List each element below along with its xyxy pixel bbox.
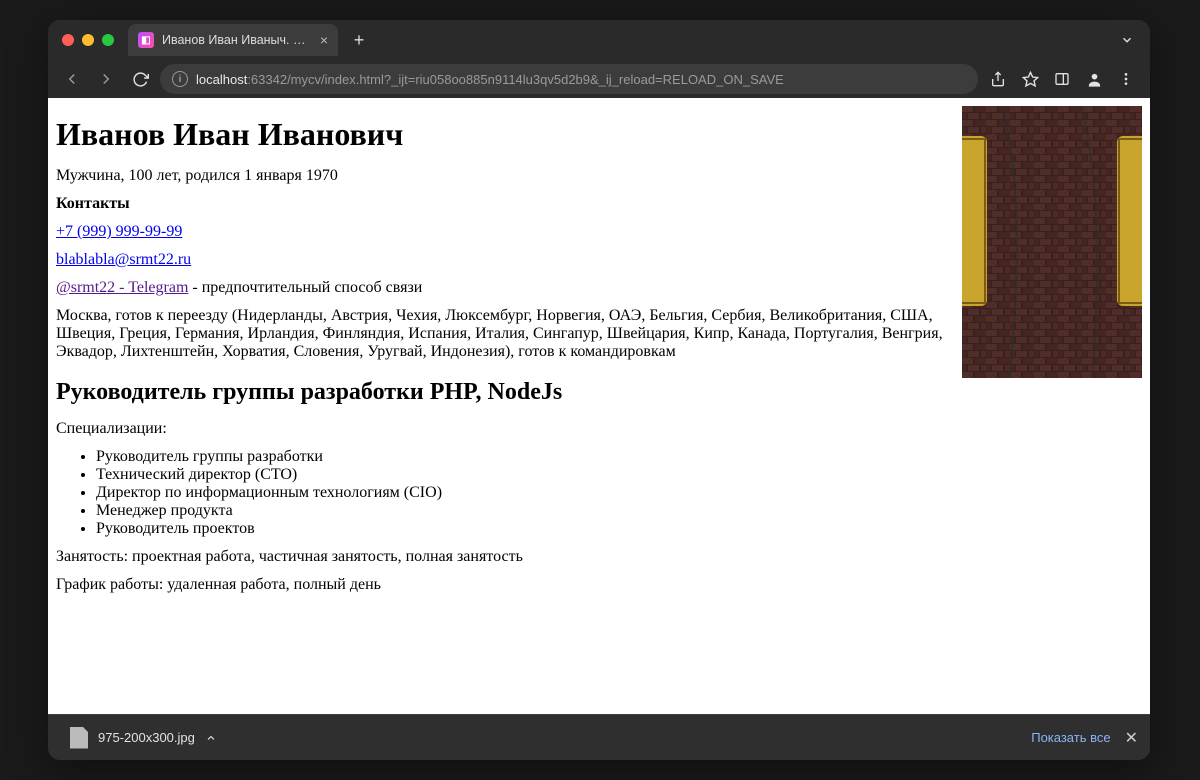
minimize-window-button[interactable] — [82, 34, 94, 46]
list-item: Менеджер продукта — [96, 502, 1142, 520]
list-item: Директор по информационным технологиям (… — [96, 484, 1142, 502]
contacts-heading: Контакты — [56, 195, 130, 212]
specializations-label: Специализации: — [56, 420, 1142, 438]
share-button[interactable] — [984, 65, 1012, 93]
favicon-icon: ◧ — [138, 32, 154, 48]
schedule-text: График работы: удаленная работа, полный … — [56, 576, 1142, 594]
profile-photo — [962, 106, 1142, 378]
specializations-list: Руководитель группы разработки Техническ… — [56, 448, 1142, 538]
profile-button[interactable] — [1080, 65, 1108, 93]
toolbar: i localhost:63342/mycv/index.html?_ijt=r… — [48, 60, 1150, 98]
list-item: Технический директор (CTO) — [96, 466, 1142, 484]
download-item[interactable]: 975-200x300.jpg — [60, 721, 227, 755]
page-content: Иванов Иван Иванович Мужчина, 100 лет, р… — [48, 98, 1150, 714]
address-bar[interactable]: i localhost:63342/mycv/index.html?_ijt=r… — [160, 64, 978, 94]
close-downloads-bar-button[interactable]: ✕ — [1125, 728, 1138, 748]
telegram-link[interactable]: @srmt22 - Telegram — [56, 279, 188, 296]
download-filename: 975-200x300.jpg — [98, 730, 195, 745]
browser-tab[interactable]: ◧ Иванов Иван Иваныч. Резюме × — [128, 24, 338, 56]
browser-window: ◧ Иванов Иван Иваныч. Резюме × + i local… — [48, 20, 1150, 760]
forward-button[interactable] — [92, 65, 120, 93]
list-item: Руководитель группы разработки — [96, 448, 1142, 466]
telegram-note: - предпочтительный способ связи — [188, 279, 422, 296]
employment-text: Занятость: проектная работа, частичная з… — [56, 548, 1142, 566]
close-window-button[interactable] — [62, 34, 74, 46]
tab-title: Иванов Иван Иваныч. Резюме — [162, 33, 312, 47]
window-controls — [62, 34, 114, 46]
position-title: Руководитель группы разработки PHP, Node… — [56, 379, 1142, 406]
phone-link[interactable]: +7 (999) 999-99-99 — [56, 223, 182, 240]
downloads-bar: 975-200x300.jpg Показать все ✕ — [48, 714, 1150, 760]
panel-toggle-button[interactable] — [1048, 65, 1076, 93]
show-all-downloads-button[interactable]: Показать все — [1031, 730, 1110, 745]
maximize-window-button[interactable] — [102, 34, 114, 46]
url-text: localhost:63342/mycv/index.html?_ijt=riu… — [196, 72, 784, 87]
tabs-dropdown-button[interactable] — [1120, 33, 1134, 47]
file-icon — [70, 727, 88, 749]
menu-button[interactable] — [1112, 65, 1140, 93]
reload-button[interactable] — [126, 65, 154, 93]
bookmark-button[interactable] — [1016, 65, 1044, 93]
new-tab-button[interactable]: + — [346, 27, 372, 53]
email-link[interactable]: blablabla@srmt22.ru — [56, 251, 191, 268]
close-tab-button[interactable]: × — [320, 33, 328, 47]
site-info-icon[interactable]: i — [172, 71, 188, 87]
download-menu-button[interactable] — [205, 732, 217, 744]
tab-bar: ◧ Иванов Иван Иваныч. Резюме × + — [48, 20, 1150, 60]
toolbar-right — [984, 65, 1140, 93]
back-button[interactable] — [58, 65, 86, 93]
list-item: Руководитель проектов — [96, 520, 1142, 538]
